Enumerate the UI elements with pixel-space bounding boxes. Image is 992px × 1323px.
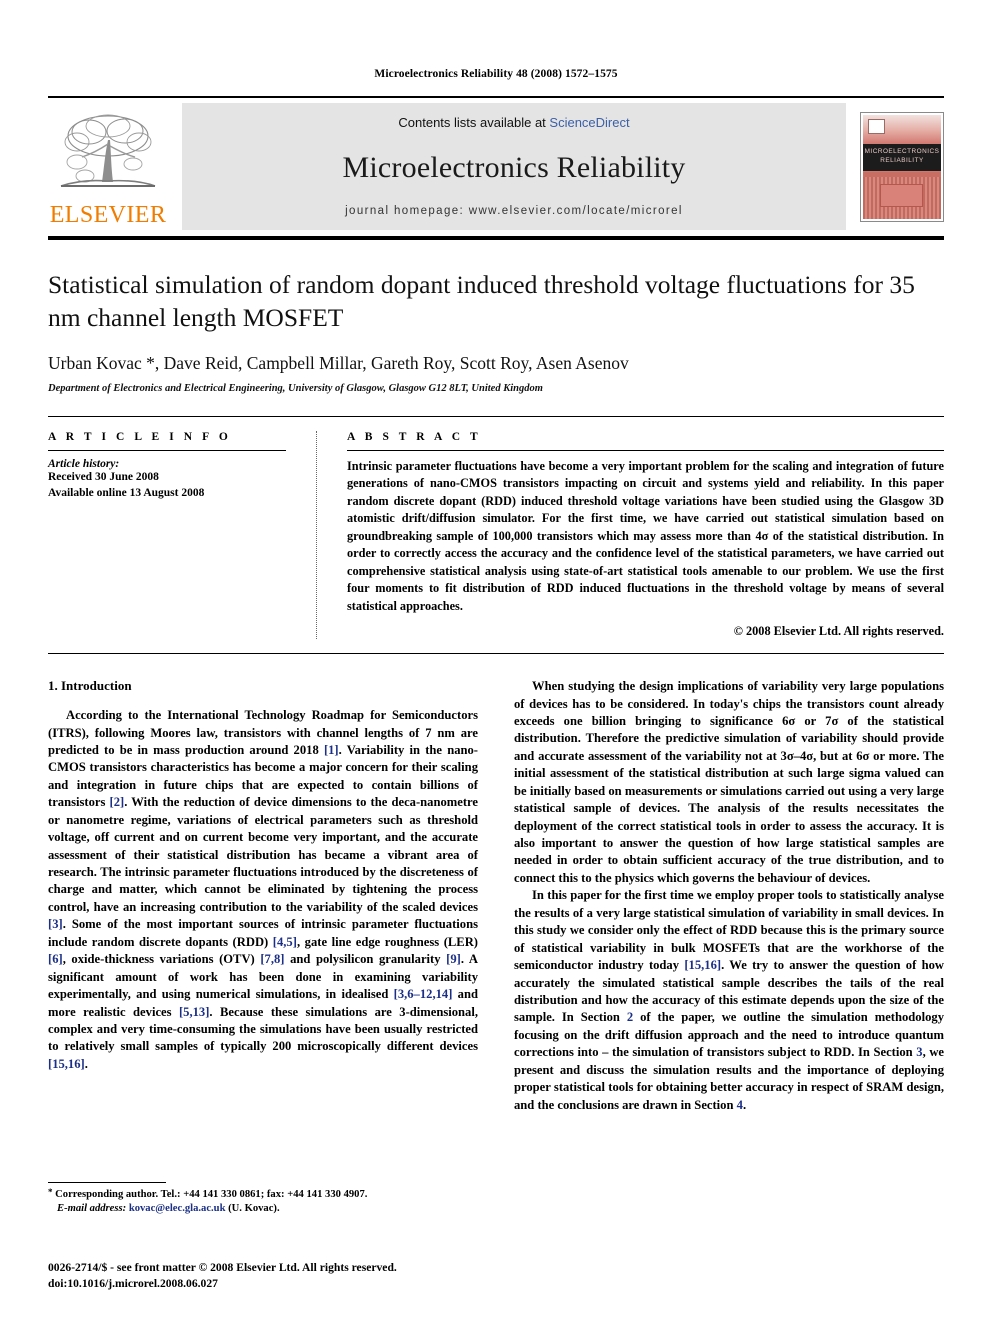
cover-chip-die [880, 183, 923, 208]
journal-masthead: ELSEVIER Contents lists available at Sci… [48, 96, 944, 230]
citation-ref-15-16-b[interactable]: [15,16] [684, 958, 721, 972]
abstract-rule [347, 450, 944, 452]
email-link[interactable]: kovac@elec.gla.ac.uk [129, 1203, 226, 1214]
author-list: Urban Kovac *, Dave Reid, Campbell Milla… [48, 353, 629, 374]
abstract-bottom-rule [48, 653, 944, 655]
elsevier-wordmark: ELSEVIER [49, 202, 167, 228]
citation-ref-9[interactable]: [9] [446, 952, 461, 966]
footnote-rule [48, 1182, 166, 1183]
intro-paragraph-3: In this paper for the first time we empl… [514, 887, 944, 1114]
abstract-copyright: © 2008 Elsevier Ltd. All rights reserved… [733, 624, 944, 639]
citation-ref-1[interactable]: [1] [324, 743, 339, 757]
elsevier-logo: ELSEVIER [48, 103, 168, 230]
body-right-column: When studying the design implications of… [514, 678, 944, 1114]
column-divider [316, 431, 317, 640]
journal-homepage-link[interactable]: journal homepage: www.elsevier.com/locat… [345, 205, 683, 217]
article-info-heading: A R T I C L E I N F O [48, 431, 232, 444]
intro-text-g: and polysilicon granularity [284, 952, 447, 967]
email-owner: (U. Kovac). [225, 1203, 280, 1215]
cover-elsevier-mark-icon [868, 118, 885, 134]
body-left-column: 1. Introduction According to the Interna… [48, 678, 478, 1114]
cover-title-line2: RELIABILITY [880, 156, 924, 164]
sciencedirect-link[interactable]: ScienceDirect [549, 115, 629, 130]
citation-ref-7-8[interactable]: [7,8] [260, 952, 284, 966]
masthead-bottom-rule [48, 236, 944, 240]
cover-title-line1: MICROELECTRONICS [864, 147, 940, 155]
abstract-heading: A B S T R A C T [347, 431, 482, 444]
journal-article-page: Microelectronics Reliability 48 (2008) 1… [0, 0, 992, 1323]
citation-ref-5-13[interactable]: [5,13] [179, 1005, 209, 1019]
issn-doi-block: 0026-2714/$ - see front matter © 2008 El… [48, 1260, 397, 1292]
article-received-date: Received 30 June 2008 [48, 471, 159, 484]
contents-available-line: Contents lists available at ScienceDirec… [398, 115, 629, 130]
intro-text-k: . [84, 1056, 88, 1071]
elsevier-tree-icon [60, 114, 156, 187]
paper-title: Statistical simulation of random dopant … [48, 270, 915, 333]
citation-ref-2[interactable]: [2] [110, 795, 125, 809]
article-history-label: Article history: [48, 458, 120, 471]
footnote-area: * Corresponding author. Tel.: +44 141 33… [48, 1182, 458, 1216]
intro-paragraph-1: According to the International Technolog… [48, 707, 478, 1073]
corresponding-author-note: * Corresponding author. Tel.: +44 141 33… [48, 1187, 458, 1202]
doi-line: doi:10.1016/j.microrel.2008.06.027 [48, 1276, 218, 1290]
cover-top-gradient [863, 114, 941, 146]
citation-ref-15-16[interactable]: [15,16] [48, 1057, 85, 1071]
email-note: E-mail address: kovac@elec.gla.ac.uk (U.… [48, 1202, 458, 1216]
citation-ref-4-5[interactable]: [4,5] [273, 935, 297, 949]
title-block: Statistical simulation of random dopant … [48, 268, 944, 394]
abstract-text: Intrinsic parameter fluctuations have be… [347, 459, 944, 613]
citation-ref-6[interactable]: [6] [48, 952, 63, 966]
intro-text-e: , gate line edge roughness (LER) [296, 934, 478, 949]
contents-prefix-text: Contents lists available at [398, 115, 550, 130]
intro-paragraph-2: When studying the design implications of… [514, 679, 944, 885]
issn-line: 0026-2714/$ - see front matter © 2008 El… [48, 1261, 397, 1274]
article-info-column: A R T I C L E I N F O Article history: R… [48, 431, 286, 639]
article-info-rule [48, 450, 286, 452]
intro2-text-e: . [742, 1097, 747, 1112]
intro-text-f: , oxide-thickness variations (OTV) [62, 952, 261, 967]
corresponding-author-text: Corresponding author. Tel.: +44 141 330 … [52, 1189, 368, 1200]
citation-ref-3-6-12-14[interactable]: [3,6–12,14] [394, 987, 453, 1001]
section-title-introduction: 1. Introduction [48, 678, 132, 694]
email-label: E-mail address: [57, 1203, 127, 1215]
cover-artwork: MICROELECTRONICS RELIABILITY [863, 114, 941, 219]
article-body: 1. Introduction According to the Interna… [48, 678, 944, 1114]
cover-title-band: MICROELECTRONICS RELIABILITY [863, 143, 941, 171]
journal-title: Microelectronics Reliability [342, 150, 686, 184]
citation-ref-3[interactable]: [3] [48, 917, 63, 931]
journal-cover-thumbnail: MICROELECTRONICS RELIABILITY [860, 111, 944, 222]
masthead-center-panel: Contents lists available at ScienceDirec… [182, 103, 846, 230]
running-head: Microelectronics Reliability 48 (2008) 1… [374, 68, 618, 80]
intro-text-c: . With the reduction of device dimension… [48, 795, 478, 914]
info-and-abstract: A R T I C L E I N F O Article history: R… [48, 416, 944, 640]
affiliation: Department of Electronics and Electrical… [48, 383, 543, 395]
article-available-date: Available online 13 August 2008 [48, 486, 205, 499]
abstract-column: A B S T R A C T Intrinsic parameter fluc… [347, 431, 944, 639]
cover-chip-graphic [863, 176, 941, 219]
